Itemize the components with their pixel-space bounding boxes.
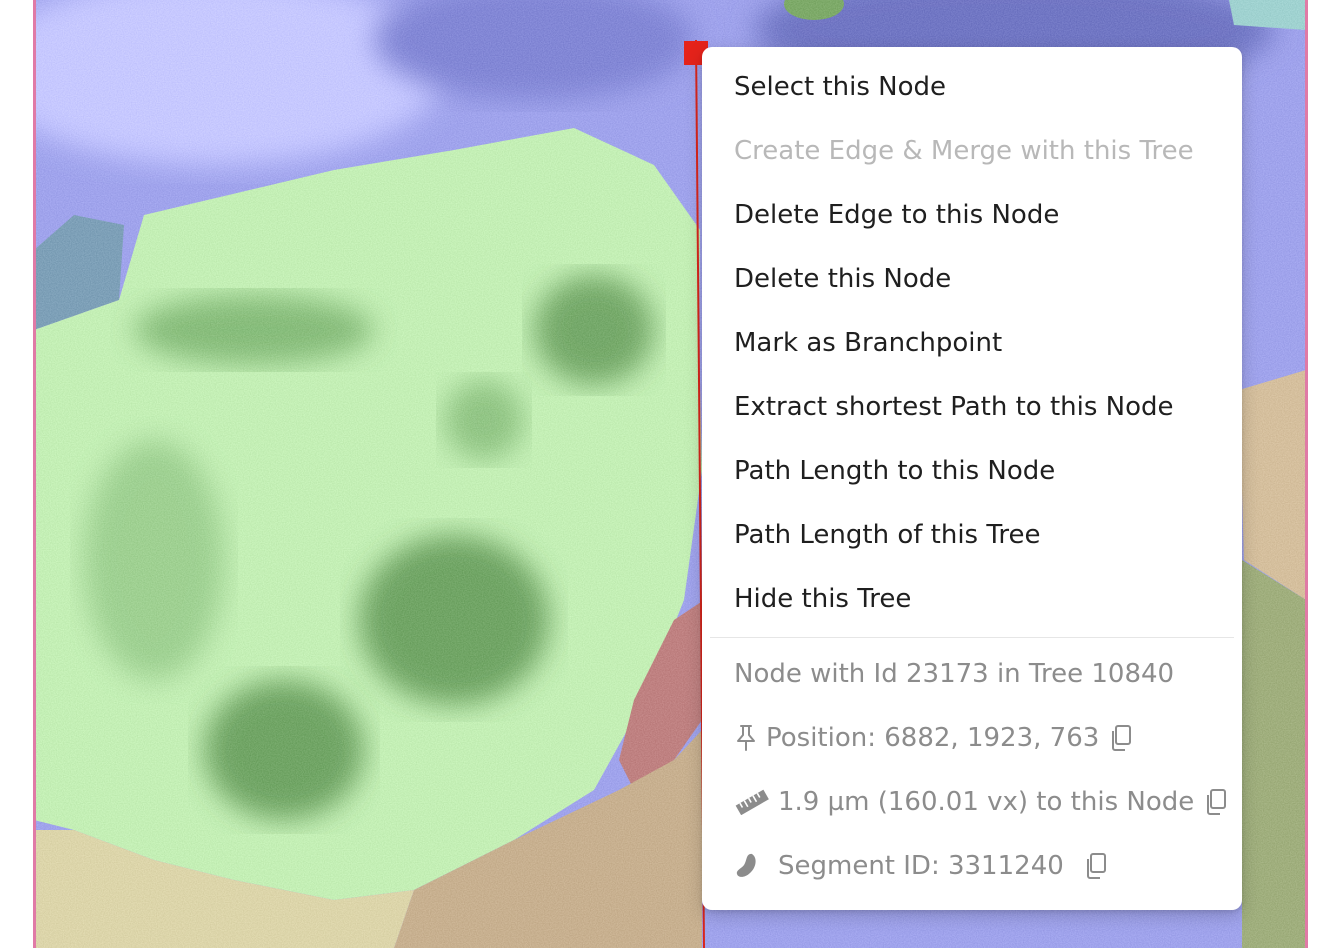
- dataset-viewport[interactable]: Select this Node Create Edge & Merge wit…: [0, 0, 1330, 948]
- node-info-summary-text: Node with Id 23173 in Tree 10840: [734, 659, 1175, 689]
- ruler-icon: [734, 789, 770, 815]
- copy-icon[interactable]: [1204, 788, 1228, 816]
- segment-id-row: Segment ID: 3311240: [702, 834, 1242, 898]
- segment-id-text: Segment ID: 3311240: [778, 851, 1064, 881]
- viewport-border-left: [33, 0, 36, 948]
- menu-item-mark-branchpoint[interactable]: Mark as Branchpoint: [702, 311, 1242, 375]
- node-info-summary: Node with Id 23173 in Tree 10840: [702, 642, 1242, 706]
- node-position-text: Position: 6882, 1923, 763: [766, 723, 1100, 753]
- menu-item-create-edge-merge: Create Edge & Merge with this Tree: [734, 136, 1194, 166]
- copy-icon[interactable]: [1109, 724, 1133, 752]
- node-distance-text: 1.9 µm (160.01 vx) to this Node: [778, 787, 1195, 817]
- menu-item-path-length-node[interactable]: Path Length to this Node: [702, 439, 1242, 503]
- menu-divider: [710, 637, 1234, 638]
- menu-item-select-node[interactable]: Select this Node: [702, 55, 1242, 119]
- menu-item-delete-node[interactable]: Delete this Node: [702, 247, 1242, 311]
- node-position-row: Position: 6882, 1923, 763: [702, 706, 1242, 770]
- pushpin-icon: [734, 724, 758, 752]
- menu-item-hide-tree[interactable]: Hide this Tree: [702, 567, 1242, 631]
- menu-item-extract-shortest-path[interactable]: Extract shortest Path to this Node: [702, 375, 1242, 439]
- viewport-border-right: [1305, 0, 1308, 948]
- segment-blob-icon: [734, 852, 760, 880]
- menu-item-path-length-tree[interactable]: Path Length of this Tree: [702, 503, 1242, 567]
- node-context-menu: Select this Node Create Edge & Merge wit…: [702, 47, 1242, 910]
- menu-item-delete-edge[interactable]: Delete Edge to this Node: [702, 183, 1242, 247]
- node-distance-row: 1.9 µm (160.01 vx) to this Node: [702, 770, 1242, 834]
- copy-icon[interactable]: [1084, 852, 1108, 880]
